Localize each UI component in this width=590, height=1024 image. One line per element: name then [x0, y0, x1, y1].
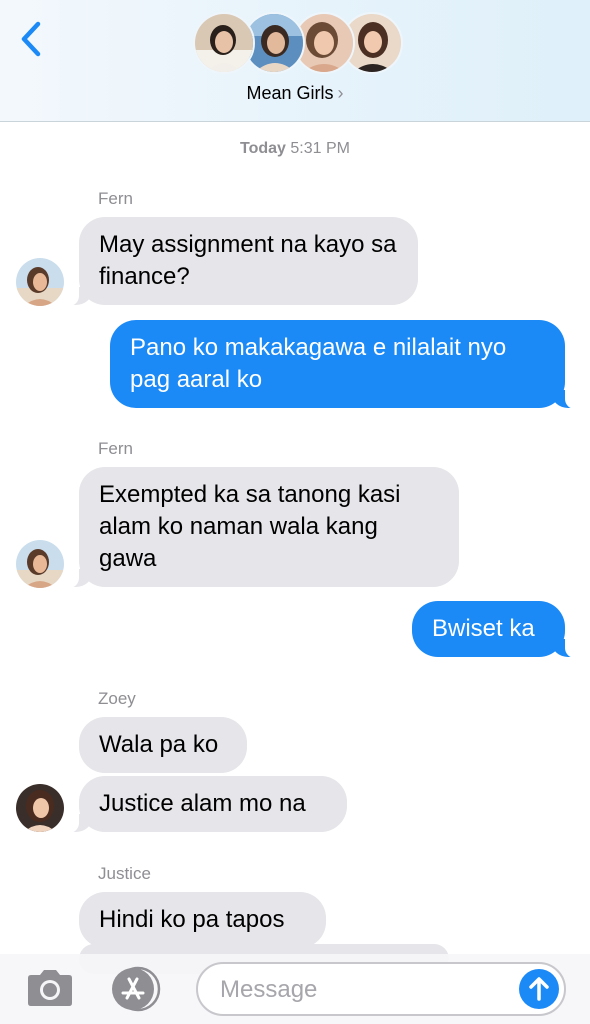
message-bubble[interactable]: Justice alam mo na [67, 776, 347, 833]
sender-avatar [16, 784, 64, 832]
app-store-button[interactable] [108, 965, 168, 1013]
back-button[interactable] [14, 18, 50, 62]
message-bubble[interactable]: Bwiset ka [412, 601, 577, 658]
group-name-label: Mean Girls [246, 83, 334, 103]
sender-name: Justice [98, 864, 151, 883]
message-bubble[interactable]: Pano ko makakagawa e nilalait nyo pag aa… [110, 320, 577, 409]
arrow-up-icon [529, 977, 549, 1001]
message-bubble[interactable]: Wala pa ko [79, 717, 247, 773]
sender-avatar [16, 540, 64, 588]
sender-name: Fern [98, 189, 133, 208]
app-store-icon [112, 966, 161, 1012]
message-input[interactable] [218, 970, 512, 1010]
timestamp-time: 5:31 PM [290, 140, 350, 157]
camera-button[interactable] [22, 966, 78, 1010]
message-bubble[interactable]: Hindi ko pa tapos [79, 892, 326, 948]
group-name[interactable]: Mean Girls › [0, 83, 590, 104]
chevron-left-icon [21, 21, 41, 57]
send-button[interactable] [519, 969, 559, 1009]
timestamp-day: Today [240, 140, 286, 157]
group-avatars[interactable] [193, 12, 403, 76]
sender-name: Fern [98, 439, 133, 458]
conversation-header: Mean Girls › [0, 0, 590, 122]
member-avatar [193, 12, 255, 74]
conversation-timestamp: Today 5:31 PM [0, 140, 590, 158]
chevron-right-icon: › [337, 83, 344, 103]
message-bubble[interactable]: May assignment na kayo sa finance? [67, 217, 418, 306]
message-input-field[interactable] [196, 962, 566, 1016]
sender-name: Zoey [98, 689, 136, 708]
camera-icon [28, 970, 72, 1006]
message-bubble[interactable]: Exempted ka sa tanong kasi alam ko naman… [67, 467, 459, 588]
sender-avatar [16, 258, 64, 306]
